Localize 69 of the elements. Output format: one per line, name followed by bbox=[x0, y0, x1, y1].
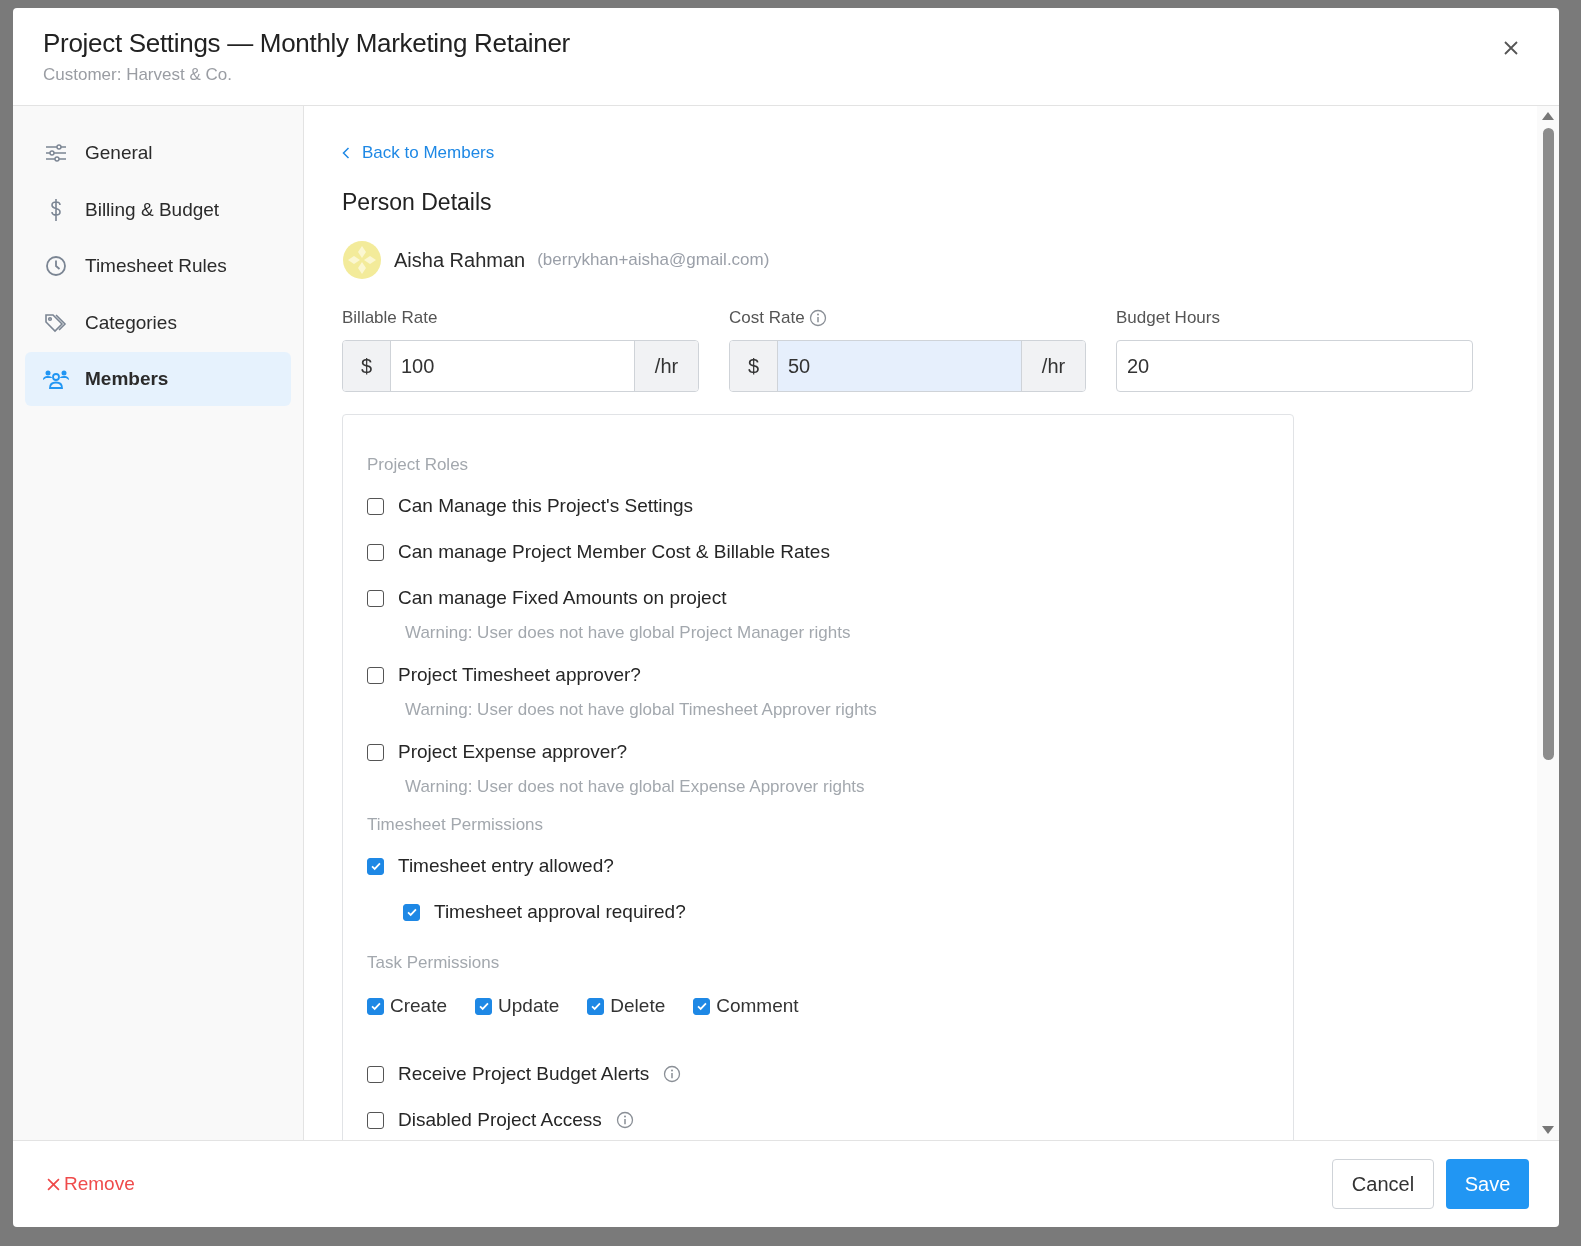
warning-text: Warning: User does not have global Project Manager rights bbox=[404, 623, 852, 643]
scrollbar[interactable] bbox=[1537, 106, 1559, 1140]
checkbox[interactable] bbox=[367, 1111, 384, 1129]
checkbox[interactable] bbox=[367, 543, 384, 561]
group-heading: Project Roles bbox=[367, 455, 470, 475]
warning-text: Warning: User does not have global Expense Approver rights bbox=[404, 777, 866, 797]
scroll-down-icon[interactable] bbox=[1542, 1126, 1554, 1134]
clock-icon bbox=[45, 255, 67, 277]
checkbox-label[interactable]: Receive Project Budget Alerts bbox=[398, 1063, 650, 1085]
field-label: Budget Hours bbox=[1116, 308, 1220, 328]
field-suffix: /hr bbox=[1021, 341, 1085, 391]
checkbox-label[interactable]: Create bbox=[390, 995, 448, 1017]
sidebar-item[interactable]: Categories bbox=[25, 295, 291, 350]
checkbox-label[interactable]: Can manage Fixed Amounts on project bbox=[398, 587, 727, 609]
sidebar-item[interactable]: Timesheet Rules bbox=[25, 239, 291, 293]
back-link[interactable]: Back to Members bbox=[342, 143, 495, 163]
dollar-icon bbox=[49, 198, 63, 221]
checkbox-label[interactable]: Project Timesheet approver? bbox=[398, 664, 641, 686]
field-prefix: $ bbox=[730, 341, 778, 391]
people-icon bbox=[43, 369, 69, 389]
checkbox[interactable] bbox=[367, 1065, 384, 1083]
section-title: Person Details bbox=[342, 189, 493, 216]
field-label: Billable Rate bbox=[342, 308, 438, 328]
checkbox-label[interactable]: Timesheet approval required? bbox=[434, 901, 686, 923]
checkbox[interactable] bbox=[367, 997, 384, 1015]
checkbox-label[interactable]: Project Expense approver? bbox=[398, 741, 628, 763]
checkbox[interactable] bbox=[367, 666, 384, 684]
sliders-icon bbox=[45, 143, 67, 163]
dialog-subtitle: Customer: Harvest & Co. bbox=[43, 65, 233, 85]
checkbox-label[interactable]: Delete bbox=[610, 995, 666, 1017]
sidebar-item[interactable]: Billing & Budget bbox=[25, 182, 291, 237]
field-prefix: $ bbox=[343, 341, 391, 391]
info-icon[interactable] bbox=[615, 1111, 634, 1129]
checkbox-label[interactable]: Comment bbox=[716, 995, 799, 1017]
scroll-up-icon[interactable] bbox=[1542, 112, 1554, 120]
checkbox[interactable] bbox=[475, 997, 493, 1015]
cancel-button[interactable]: Cancel bbox=[1332, 1159, 1434, 1209]
field-label: Cost Rate bbox=[729, 308, 805, 328]
checkbox-label[interactable]: Can manage Project Member Cost & Billable Rates bbox=[398, 541, 830, 563]
remove-button[interactable]: Remove bbox=[47, 1173, 135, 1195]
info-icon[interactable] bbox=[663, 1065, 682, 1083]
checkbox[interactable] bbox=[403, 903, 420, 921]
checkbox[interactable] bbox=[367, 743, 384, 761]
group-heading: Task Permissions bbox=[367, 953, 501, 973]
group-heading: Timesheet Permissions bbox=[367, 815, 545, 835]
checkbox-label[interactable]: Disabled Project Access bbox=[398, 1109, 602, 1131]
input-field[interactable]: 20 bbox=[1116, 340, 1473, 392]
input-field[interactable]: $ 100 /hr bbox=[342, 340, 699, 392]
sidebar-item[interactable]: General bbox=[25, 126, 291, 180]
field-suffix: /hr bbox=[634, 341, 698, 391]
checkbox[interactable] bbox=[693, 997, 711, 1015]
info-icon[interactable] bbox=[808, 309, 827, 327]
person-name: Aisha Rahman bbox=[394, 248, 526, 272]
avatar-icon bbox=[342, 240, 382, 280]
sidebar-item[interactable]: Members bbox=[25, 352, 291, 406]
warning-text: Warning: User does not have global Timesheet Approver rights bbox=[404, 700, 878, 720]
chevron-left-icon bbox=[342, 147, 350, 159]
checkbox[interactable] bbox=[367, 589, 384, 607]
dialog-title: Project Settings — Monthly Marketing Retainer bbox=[43, 28, 570, 59]
checkbox-label[interactable]: Timesheet entry allowed? bbox=[398, 855, 614, 877]
checkbox[interactable] bbox=[587, 997, 605, 1015]
tags-icon bbox=[44, 311, 68, 334]
input-field[interactable]: $ 50 /hr bbox=[729, 340, 1086, 392]
checkbox[interactable] bbox=[367, 497, 384, 515]
checkbox-label[interactable]: Can Manage this Project's Settings bbox=[398, 495, 694, 517]
checkbox-label[interactable]: Update bbox=[498, 995, 560, 1017]
close-icon bbox=[47, 1177, 60, 1191]
person-email: (berrykhan+aisha@gmail.com) bbox=[537, 250, 770, 270]
checkbox[interactable] bbox=[367, 857, 384, 875]
